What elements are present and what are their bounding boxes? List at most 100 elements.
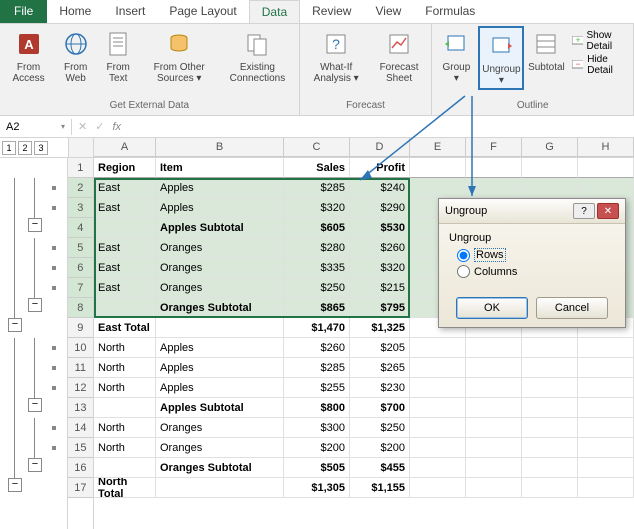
tab-review[interactable]: Review (300, 0, 363, 23)
cell[interactable]: $700 (350, 398, 410, 418)
cell[interactable] (578, 478, 634, 498)
cell[interactable] (578, 378, 634, 398)
cell[interactable] (522, 438, 578, 458)
fx-icon[interactable]: fx (112, 121, 121, 133)
outline-collapse-east[interactable]: − (8, 318, 22, 332)
cell[interactable] (410, 438, 466, 458)
cell[interactable] (522, 418, 578, 438)
row-header-2[interactable]: 2 (68, 178, 93, 198)
group-button[interactable]: Group ▾ (436, 26, 476, 86)
cell[interactable]: Apples (156, 358, 284, 378)
row-header-13[interactable]: 13 (68, 398, 93, 418)
cell[interactable] (466, 458, 522, 478)
cell[interactable]: Oranges (156, 278, 284, 298)
outline-level-3[interactable]: 3 (34, 141, 48, 155)
cell[interactable]: $865 (284, 298, 350, 318)
cell[interactable] (410, 378, 466, 398)
row-header-4[interactable]: 4 (68, 218, 93, 238)
cell[interactable]: Apples Subtotal (156, 218, 284, 238)
cell[interactable]: $205 (350, 338, 410, 358)
cell[interactable]: $240 (350, 178, 410, 198)
cell[interactable]: $265 (350, 358, 410, 378)
cell[interactable]: North (94, 418, 156, 438)
cell[interactable]: Oranges Subtotal (156, 458, 284, 478)
outline-collapse-oranges-north[interactable]: − (28, 458, 42, 472)
fx-enter-icon[interactable]: ✓ (95, 120, 104, 133)
cell[interactable] (522, 358, 578, 378)
ungroup-button[interactable]: Ungroup ▾ (478, 26, 524, 90)
cell[interactable] (578, 438, 634, 458)
cell[interactable]: $260 (284, 338, 350, 358)
whatif-button[interactable]: ? What-If Analysis ▾ (304, 26, 369, 86)
tab-view[interactable]: View (363, 0, 413, 23)
tab-formulas[interactable]: Formulas (413, 0, 487, 23)
from-text-button[interactable]: From Text (98, 26, 138, 86)
cell[interactable] (578, 458, 634, 478)
cell[interactable]: $320 (350, 258, 410, 278)
cell[interactable] (94, 218, 156, 238)
cell[interactable] (466, 338, 522, 358)
tab-insert[interactable]: Insert (103, 0, 157, 23)
cell[interactable] (466, 438, 522, 458)
dialog-ok-button[interactable]: OK (456, 297, 528, 319)
outline-level-2[interactable]: 2 (18, 141, 32, 155)
cell[interactable]: North (94, 438, 156, 458)
col-header-c[interactable]: C (284, 138, 350, 156)
cell[interactable]: East (94, 258, 156, 278)
outline-collapse-apples-east[interactable]: − (28, 218, 42, 232)
cell[interactable]: $215 (350, 278, 410, 298)
cell[interactable]: Oranges (156, 418, 284, 438)
row-header-5[interactable]: 5 (68, 238, 93, 258)
row-header-3[interactable]: 3 (68, 198, 93, 218)
cell[interactable]: $1,325 (350, 318, 410, 338)
cell[interactable]: Oranges (156, 238, 284, 258)
fx-cancel-icon[interactable]: ✕ (78, 120, 87, 133)
cell[interactable]: $260 (350, 238, 410, 258)
cell[interactable]: $255 (284, 378, 350, 398)
cell[interactable]: $505 (284, 458, 350, 478)
cell[interactable]: East (94, 178, 156, 198)
dialog-help-button[interactable]: ? (573, 203, 595, 219)
tab-data[interactable]: Data (249, 0, 300, 23)
name-box[interactable]: A2 ▾ (0, 119, 72, 135)
cell[interactable]: North Total (94, 478, 156, 498)
cell[interactable]: East (94, 278, 156, 298)
row-header-17[interactable]: 17 (68, 478, 93, 498)
row-header-14[interactable]: 14 (68, 418, 93, 438)
cell[interactable]: Apples (156, 378, 284, 398)
radio-columns-input[interactable] (457, 265, 470, 278)
cell[interactable]: North (94, 358, 156, 378)
tab-file[interactable]: File (0, 0, 47, 23)
cell[interactable] (522, 178, 578, 198)
col-header-b[interactable]: B (156, 138, 284, 156)
row-header-7[interactable]: 7 (68, 278, 93, 298)
cell[interactable]: East (94, 238, 156, 258)
cell[interactable]: Apples (156, 178, 284, 198)
cell[interactable]: $200 (284, 438, 350, 458)
cell[interactable]: $800 (284, 398, 350, 418)
cell[interactable] (578, 178, 634, 198)
cell[interactable]: $250 (350, 418, 410, 438)
cell[interactable] (466, 478, 522, 498)
dialog-cancel-button[interactable]: Cancel (536, 297, 608, 319)
cell[interactable]: Oranges Subtotal (156, 298, 284, 318)
cell[interactable]: North (94, 378, 156, 398)
cell[interactable] (466, 418, 522, 438)
cell[interactable] (94, 458, 156, 478)
cell[interactable]: $280 (284, 238, 350, 258)
dialog-close-button[interactable]: ✕ (597, 203, 619, 219)
hide-detail-button[interactable]: − Hide Detail (572, 54, 625, 76)
cell[interactable] (94, 398, 156, 418)
cell[interactable]: Apples Subtotal (156, 398, 284, 418)
row-header-10[interactable]: 10 (68, 338, 93, 358)
outline-collapse-apples-north[interactable]: − (28, 398, 42, 412)
cell[interactable] (410, 338, 466, 358)
cell[interactable] (156, 318, 284, 338)
cell[interactable]: $285 (284, 358, 350, 378)
cell[interactable]: Apples (156, 338, 284, 358)
cell[interactable]: Apples (156, 198, 284, 218)
radio-rows-input[interactable] (457, 249, 470, 262)
row-header-11[interactable]: 11 (68, 358, 93, 378)
show-detail-button[interactable]: + Show Detail (572, 30, 625, 52)
row-header-15[interactable]: 15 (68, 438, 93, 458)
